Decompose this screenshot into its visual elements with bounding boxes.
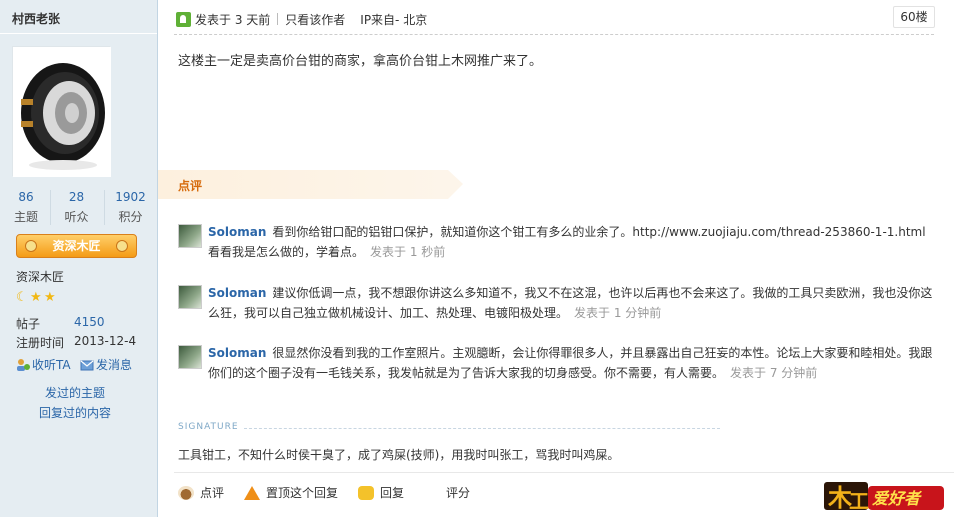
online-status-icon xyxy=(176,11,191,27)
author-sidebar: 村西老张 86 主题 28 听众 1902 积分 资深木匠 资深木匠 ☾ ★ ★… xyxy=(0,0,158,517)
stat-value: 28 xyxy=(68,190,85,204)
rank-badge: 资深木匠 xyxy=(16,234,137,258)
signature-text: 工具钳工，不知什么时侯干臭了，成了鸡屎(技师)，用我时叫张工，骂我时叫鸡屎。 xyxy=(178,448,620,462)
arrow-up-icon xyxy=(244,485,261,500)
author-name[interactable]: 村西老张 xyxy=(12,10,60,27)
commenter-avatar[interactable] xyxy=(178,285,202,309)
pin-reply-label: 置顶这个回复 xyxy=(266,486,339,500)
divider xyxy=(0,33,157,34)
register-label: 注册时间 xyxy=(16,336,65,350)
posts-label: 帖子 xyxy=(16,317,41,331)
stat-label: 听众 xyxy=(64,210,89,224)
message-label: 发消息 xyxy=(96,358,133,372)
stat-points[interactable]: 1902 积分 xyxy=(104,190,156,225)
commenter-name[interactable]: Soloman xyxy=(208,286,266,300)
divider xyxy=(174,34,934,35)
comment-time: 发表于 7 分钟前 xyxy=(730,366,818,380)
divider xyxy=(277,13,279,25)
rate-button[interactable]: 评分 xyxy=(424,484,470,501)
comment-label: 点评 xyxy=(200,486,225,500)
pin-reply-button[interactable]: 置顶这个回复 xyxy=(244,484,338,501)
replied-content-link[interactable]: 回复过的内容 xyxy=(0,404,150,421)
svg-text:爱好者: 爱好者 xyxy=(872,489,923,508)
stat-topics[interactable]: 86 主题 xyxy=(0,190,52,225)
post-time: 发表于 3 天前 xyxy=(195,12,271,27)
register-row: 注册时间 2013-12-4 xyxy=(16,334,136,351)
comment-text: 看到你给钳口配的铝钳口保护，就知道你这个钳工有多么的业余了。http://www… xyxy=(208,225,926,259)
divider xyxy=(174,472,954,473)
commenter-avatar[interactable] xyxy=(178,224,202,248)
comment-text: 建议你低调一点，我不想跟你讲这么多知道不，我又不在这混，也许以后再也不会来这了。… xyxy=(208,286,933,320)
posts-value[interactable]: 4150 xyxy=(74,315,105,329)
comment-text-block: Soloman 很显然你没看到我的工作室照片。主观臆断，会让你得罪很多人，并且暴露… xyxy=(208,343,933,383)
site-logo[interactable]: 木 工 爱好者 xyxy=(822,478,946,513)
envelope-icon xyxy=(80,360,94,370)
author-stats: 86 主题 28 听众 1902 积分 xyxy=(0,190,157,226)
stat-label: 主题 xyxy=(13,210,38,224)
divider xyxy=(244,428,720,429)
moon-icon: ☾ xyxy=(16,290,28,305)
comment-button[interactable]: 点评 xyxy=(178,484,224,501)
comment-text-block: Soloman 看到你给钳口配的铝钳口保护，就知道你这个钳工有多么的业余了。htt… xyxy=(208,222,933,262)
stat-value: 1902 xyxy=(115,190,146,204)
message-button[interactable]: 发消息 xyxy=(80,356,132,373)
star-icon: ★ xyxy=(44,290,56,305)
stat-value: 86 xyxy=(18,190,34,204)
author-only-link[interactable]: 只看该作者 xyxy=(285,11,345,28)
woodworking-logo-graphic: 木 工 爱好者 xyxy=(824,482,944,513)
posted-topics-link[interactable]: 发过的主题 xyxy=(0,384,150,401)
posts-row: 帖子 4150 xyxy=(16,315,105,332)
rank-stars: ☾ ★ ★ xyxy=(16,290,58,305)
comment-time: 发表于 1 分钟前 xyxy=(574,306,662,320)
ip-location: IP来自- 北京 xyxy=(360,12,428,27)
comment-text-block: Soloman 建议你低调一点，我不想跟你讲这么多知道不，我又不在这混，也许以后再… xyxy=(208,283,933,323)
stat-followers[interactable]: 28 听众 xyxy=(50,190,102,225)
reply-label: 回复 xyxy=(380,486,405,500)
avatar[interactable] xyxy=(12,46,111,177)
badge-ornament-icon xyxy=(25,240,37,252)
speech-bubble-icon xyxy=(358,485,375,500)
speaker-avatar-image xyxy=(13,47,111,177)
commenter-name[interactable]: Soloman xyxy=(208,225,266,239)
svg-text:工: 工 xyxy=(849,489,869,512)
floor-number[interactable]: 60楼 xyxy=(893,6,935,28)
comment-text: 很显然你没看到我的工作室照片。主观臆断，会让你得罪很多人，并且暴露出自己狂妄的本… xyxy=(208,346,933,380)
register-value: 2013-12-4 xyxy=(74,334,137,348)
follow-button[interactable]: 收听TA xyxy=(16,356,71,373)
rate-label: 评分 xyxy=(446,486,471,500)
follow-label: 收听TA xyxy=(32,358,71,372)
post-meta: 发表于 3 天前 只看该作者 IP来自- 北京 xyxy=(176,10,427,28)
star-icon: ★ xyxy=(30,290,42,305)
post-content: 这楼主一定是卖高价台钳的商家，拿高价台钳上木网推广来了。 xyxy=(178,54,543,69)
stat-label: 积分 xyxy=(118,210,143,224)
rank-title: 资深木匠 xyxy=(16,270,65,284)
rate-icon xyxy=(424,486,440,500)
comments-header: 点评 xyxy=(158,170,463,199)
reply-button[interactable]: 回复 xyxy=(358,484,404,501)
rank-badge-label: 资深木匠 xyxy=(52,239,101,253)
comment-time: 发表于 1 秒前 xyxy=(370,245,446,259)
commenter-avatar[interactable] xyxy=(178,345,202,369)
commenter-name[interactable]: Soloman xyxy=(208,346,266,360)
post-actions: 点评 置顶这个回复 回复 评分 xyxy=(178,484,490,501)
follow-user-icon xyxy=(17,358,30,371)
coffee-cup-icon xyxy=(178,485,194,500)
signature-label: SIGNATURE xyxy=(178,422,239,432)
badge-ornament-icon xyxy=(116,240,128,252)
comments-header-label: 点评 xyxy=(178,179,203,193)
